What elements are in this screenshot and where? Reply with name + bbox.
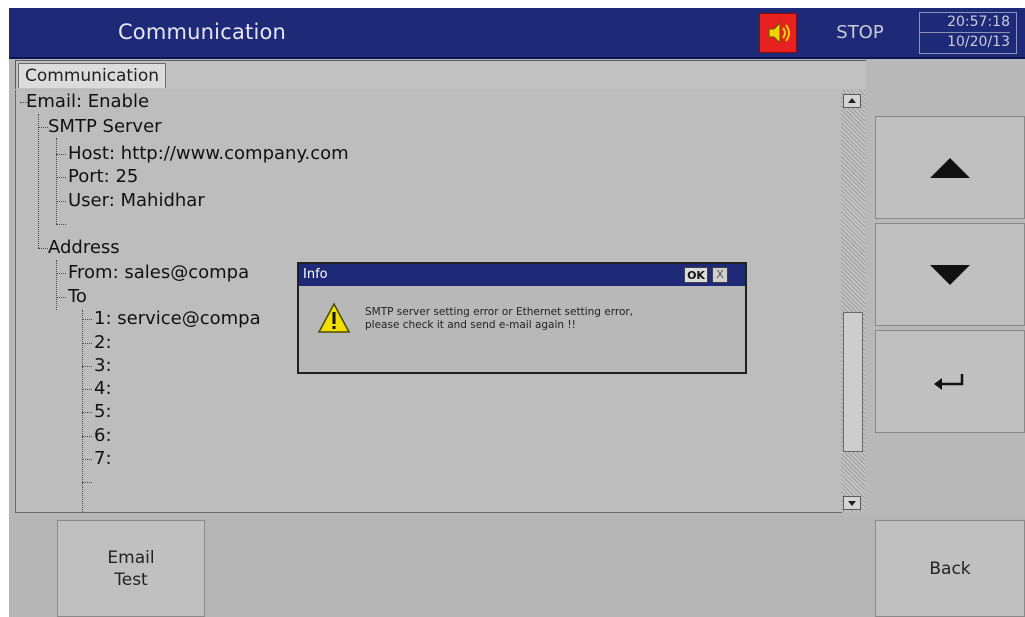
tree-node-recipient-1[interactable]: 1: service@compa xyxy=(92,307,261,331)
tree-node-recipient-7[interactable]: 7: xyxy=(92,447,112,471)
tree-node-to[interactable]: To xyxy=(66,285,87,309)
tree-node-recipient-4[interactable]: 4: xyxy=(92,377,112,401)
nav-up-button[interactable] xyxy=(875,116,1025,219)
dialog-message-line: SMTP server setting error or Ethernet se… xyxy=(365,306,634,318)
chevron-down-icon xyxy=(848,501,856,506)
tree-node-recipient-3[interactable]: 3: xyxy=(92,354,112,378)
nav-down-button[interactable] xyxy=(875,223,1025,326)
button-label: Email xyxy=(107,547,155,568)
tree-label: 3: xyxy=(94,355,112,376)
tree-node-port[interactable]: Port: 25 xyxy=(66,165,138,189)
dialog-ok-button[interactable]: OK xyxy=(684,267,708,283)
clock: 20:57:18 10/20/13 xyxy=(919,12,1017,54)
tree-label: 4: xyxy=(94,378,112,399)
speaker-icon[interactable] xyxy=(759,13,797,53)
enter-icon xyxy=(934,373,964,390)
tree-label: 5: xyxy=(94,401,112,422)
back-button[interactable]: Back xyxy=(875,520,1025,617)
email-test-button[interactable]: Email Test xyxy=(57,520,205,617)
tree-node-recipient-6[interactable]: 6: xyxy=(92,424,112,448)
tab-strip: Communication xyxy=(15,60,866,89)
warning-icon xyxy=(317,302,351,333)
title-bar: Communication STOP 20:57:18 10/20/13 xyxy=(9,8,1025,59)
arrow-up-icon xyxy=(930,157,970,178)
tree-label: SMTP Server xyxy=(48,116,162,137)
run-status[interactable]: STOP xyxy=(827,8,893,57)
info-dialog: Info OK X SMTP server setting error or E… xyxy=(297,262,747,374)
tree-label: 7: xyxy=(94,448,112,469)
tree-node-address[interactable]: Address xyxy=(46,236,120,260)
tree-scrollbar[interactable] xyxy=(841,90,865,512)
arrow-down-icon xyxy=(930,264,970,285)
tree-label: 1: service@compa xyxy=(94,308,261,329)
dialog-message: SMTP server setting error or Ethernet se… xyxy=(365,306,633,332)
button-label: Test xyxy=(114,569,148,590)
chevron-up-icon xyxy=(848,98,856,103)
page-title: Communication xyxy=(117,20,287,44)
hmi-screen: Communication STOP 20:57:18 10/20/13 Com… xyxy=(9,8,1025,617)
tree-node-recipient-5[interactable]: 5: xyxy=(92,400,112,424)
nav-enter-button[interactable] xyxy=(875,330,1025,433)
clock-time: 20:57:18 xyxy=(947,14,1010,30)
tree-label: 2: xyxy=(94,332,112,353)
tree-label: User: Mahidhar xyxy=(68,190,205,211)
tree-label: Host: http://www.company.com xyxy=(68,143,349,164)
dialog-message-line: please check it and send e-mail again !! xyxy=(365,319,576,331)
tree-label: 6: xyxy=(94,425,112,446)
scroll-thumb[interactable] xyxy=(843,312,863,452)
tree-node-recipient-2[interactable]: 2: xyxy=(92,331,112,355)
tree-node-user[interactable]: User: Mahidhar xyxy=(66,189,205,213)
tree-node-from[interactable]: From: sales@compa xyxy=(66,261,249,285)
dialog-close-button[interactable]: X xyxy=(712,267,728,283)
dialog-title-bar: Info OK X xyxy=(299,264,745,286)
tree-label: From: sales@compa xyxy=(68,262,250,283)
tree-node-host[interactable]: Host: http://www.company.com xyxy=(66,142,349,166)
scroll-down-button[interactable] xyxy=(843,496,861,510)
tree-node-smtp[interactable]: SMTP Server xyxy=(46,115,162,139)
clock-date: 10/20/13 xyxy=(920,32,1010,52)
dialog-title: Info xyxy=(303,267,328,282)
tab-communication[interactable]: Communication xyxy=(18,63,166,88)
scroll-up-button[interactable] xyxy=(843,94,861,108)
tree-label: Email: Enable xyxy=(26,91,150,112)
tree-label: Port: 25 xyxy=(68,166,139,187)
bottom-bar: Email Test Back xyxy=(9,516,1025,617)
tree-label: Address xyxy=(48,237,120,258)
tree-label: To xyxy=(68,286,87,307)
tree-node-email[interactable]: Email: Enable xyxy=(24,90,149,114)
